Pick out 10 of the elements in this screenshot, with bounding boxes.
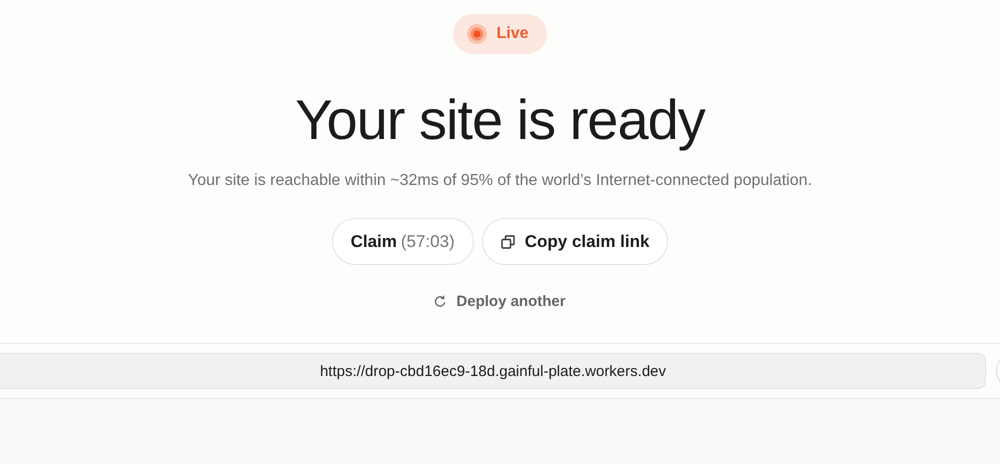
live-dot-icon <box>467 24 488 44</box>
copy-icon <box>500 234 515 248</box>
subtitle: Your site is reachable within ~32ms of 95% of the world’s Internet-connected population. <box>188 172 812 190</box>
refresh-icon <box>434 295 448 308</box>
claim-button[interactable]: Claim (57:03) <box>332 218 474 265</box>
copy-claim-link-button[interactable]: Copy claim link <box>482 218 668 265</box>
live-label: Live <box>496 25 528 43</box>
page-title: Your site is ready <box>295 88 705 152</box>
url-field[interactable]: https://drop-cbd16ec9-18d.gainful-plate.workers.dev <box>0 353 986 389</box>
deploy-another-link[interactable]: Deploy another <box>434 293 566 310</box>
